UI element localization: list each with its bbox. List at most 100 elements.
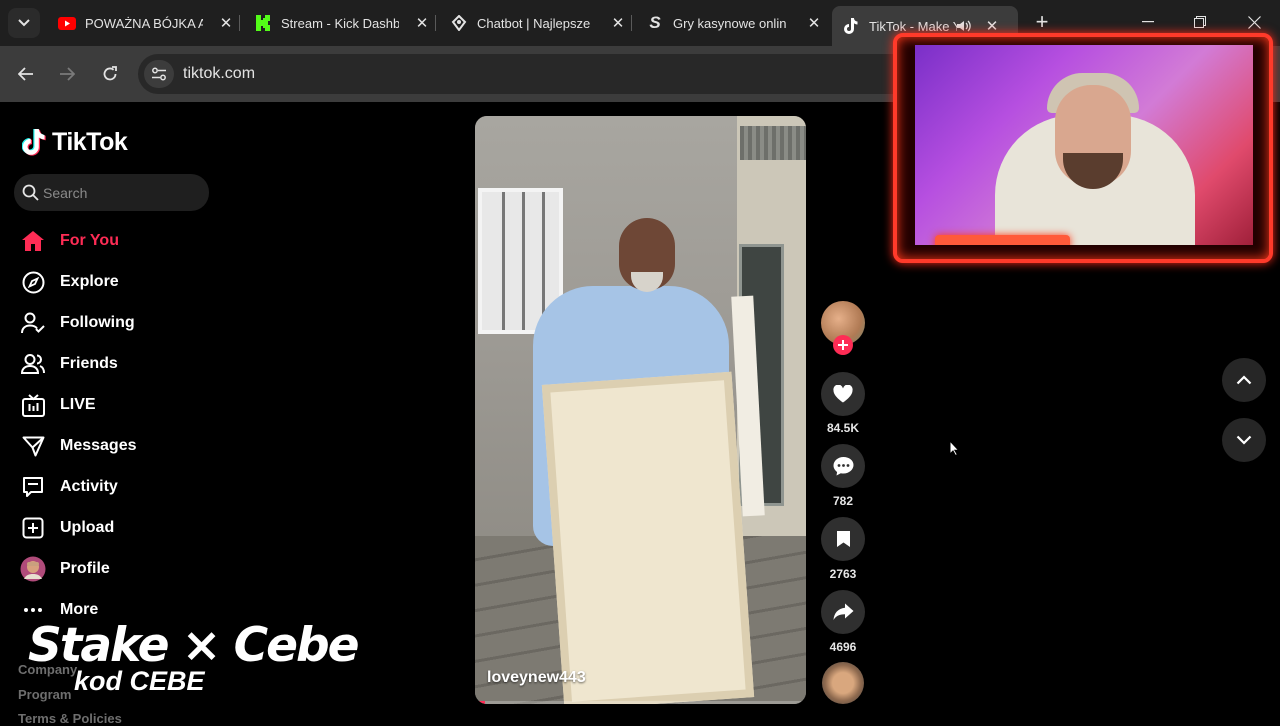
activity-icon bbox=[20, 474, 46, 500]
nav-label: Explore bbox=[60, 273, 119, 290]
close-icon[interactable]: ✕ bbox=[217, 14, 235, 32]
save-button[interactable] bbox=[821, 517, 865, 561]
nav-label: Following bbox=[60, 314, 135, 331]
nav-label: For You bbox=[60, 232, 119, 249]
following-icon bbox=[20, 310, 46, 336]
chevron-up-icon bbox=[1236, 375, 1252, 385]
nav-label: Upload bbox=[60, 519, 115, 536]
forward-button[interactable] bbox=[53, 60, 81, 88]
reload-button[interactable] bbox=[96, 60, 124, 88]
stake-s-icon: S bbox=[649, 13, 661, 32]
nav-label: Activity bbox=[60, 478, 118, 495]
close-icon bbox=[1247, 15, 1261, 29]
bookmark-icon bbox=[836, 531, 850, 547]
share-button[interactable] bbox=[821, 590, 865, 634]
nav-activity[interactable]: Activity bbox=[20, 473, 118, 501]
share-icon bbox=[833, 603, 853, 620]
speaker-icon[interactable] bbox=[957, 20, 973, 32]
like-button[interactable] bbox=[821, 372, 865, 416]
messages-icon bbox=[20, 433, 46, 459]
tiktok-icon bbox=[842, 18, 860, 34]
logo-text: TikTok bbox=[52, 127, 128, 156]
chevron-down-icon bbox=[18, 19, 30, 27]
nav-label: Profile bbox=[60, 560, 110, 577]
search-icon bbox=[22, 184, 39, 201]
video-progress-fill bbox=[475, 701, 485, 704]
chevron-down-icon bbox=[1236, 435, 1252, 445]
comment-icon bbox=[833, 457, 853, 476]
tab-stake[interactable]: S Gry kasynowe onlin ✕ bbox=[636, 7, 823, 39]
restore-button[interactable] bbox=[1188, 10, 1212, 34]
tab-separator bbox=[435, 15, 436, 31]
previous-video-button[interactable] bbox=[1222, 358, 1266, 402]
follow-button[interactable] bbox=[833, 335, 853, 355]
tab-title: Gry kasynowe onlin bbox=[673, 15, 787, 31]
tab-search-button[interactable] bbox=[8, 8, 40, 38]
tab-title: POWAŻNA BÓJKA A bbox=[85, 15, 203, 31]
nav-live[interactable]: LIVE bbox=[20, 391, 96, 419]
video-player[interactable]: loveynew443 bbox=[475, 116, 806, 704]
video-author-username[interactable]: loveynew443 bbox=[487, 669, 586, 687]
close-icon[interactable]: ✕ bbox=[413, 14, 431, 32]
sponsor-line-1: Stake × Cebe bbox=[28, 618, 359, 673]
live-icon bbox=[20, 392, 46, 418]
search-box[interactable] bbox=[14, 174, 209, 211]
reload-icon bbox=[103, 66, 117, 81]
home-icon bbox=[20, 228, 46, 254]
minimize-button[interactable] bbox=[1136, 10, 1160, 34]
video-progress-bar[interactable] bbox=[475, 701, 806, 704]
nav-explore[interactable]: Explore bbox=[20, 268, 119, 296]
nav-messages[interactable]: Messages bbox=[20, 432, 137, 460]
webcam-feed bbox=[915, 45, 1253, 245]
nav-label: Messages bbox=[60, 437, 137, 454]
arrow-right-icon bbox=[60, 67, 75, 81]
nav-friends[interactable]: Friends bbox=[20, 350, 118, 378]
video-frame-roof bbox=[740, 126, 806, 160]
tab-kick[interactable]: Stream - Kick Dashb ✕ bbox=[244, 7, 431, 39]
tab-chatbot[interactable]: Chatbot | Najlepsze ✕ bbox=[440, 7, 627, 39]
next-video-button[interactable] bbox=[1222, 418, 1266, 462]
back-button[interactable] bbox=[12, 60, 40, 88]
plus-icon bbox=[838, 340, 848, 350]
comment-count: 782 bbox=[832, 494, 854, 508]
footer-terms-link[interactable]: Terms & Policies bbox=[18, 711, 122, 726]
webcam-overlay bbox=[893, 33, 1273, 263]
webcam-glow-bar bbox=[935, 235, 1070, 245]
close-window-button[interactable] bbox=[1242, 10, 1266, 34]
save-count: 2763 bbox=[829, 567, 857, 581]
new-tab-button[interactable]: + bbox=[1030, 9, 1054, 34]
nav-upload[interactable]: Upload bbox=[20, 514, 114, 542]
restore-icon bbox=[1194, 16, 1206, 28]
heart-icon bbox=[833, 385, 853, 403]
close-icon[interactable]: ✕ bbox=[805, 14, 823, 32]
tab-separator bbox=[239, 15, 240, 31]
tab-title: Chatbot | Najlepsze bbox=[477, 15, 591, 31]
tab-title: Stream - Kick Dashb bbox=[281, 15, 399, 31]
close-icon[interactable]: ✕ bbox=[609, 14, 627, 32]
minimize-icon bbox=[1142, 21, 1154, 23]
botrix-icon bbox=[450, 15, 468, 31]
search-input[interactable] bbox=[43, 184, 193, 201]
mouse-cursor-icon bbox=[949, 440, 959, 456]
tab-youtube[interactable]: POWAŻNA BÓJKA A ✕ bbox=[48, 7, 235, 39]
music-disc[interactable] bbox=[822, 662, 864, 704]
youtube-icon bbox=[58, 15, 76, 31]
like-count: 84.5K bbox=[826, 421, 860, 435]
nav-for-you[interactable]: For You bbox=[20, 227, 119, 255]
nav-label: Friends bbox=[60, 355, 118, 372]
compass-icon bbox=[20, 269, 46, 295]
kick-icon bbox=[254, 15, 272, 31]
nav-profile[interactable]: Profile bbox=[20, 555, 110, 583]
tab-title: TikTok - Make Y bbox=[869, 18, 957, 34]
site-info-button[interactable] bbox=[144, 60, 174, 88]
video-frame-canvas bbox=[541, 371, 755, 704]
nav-label: More bbox=[60, 601, 99, 618]
friends-icon bbox=[20, 351, 46, 377]
nav-following[interactable]: Following bbox=[20, 309, 135, 337]
tune-icon bbox=[152, 67, 166, 81]
arrow-left-icon bbox=[18, 67, 33, 81]
url-text[interactable]: tiktok.com bbox=[183, 65, 255, 83]
sponsor-overlay: Stake × Cebe kod CEBE bbox=[28, 618, 359, 708]
comment-button[interactable] bbox=[821, 444, 865, 488]
tiktok-logo[interactable]: TikTok bbox=[22, 126, 128, 158]
